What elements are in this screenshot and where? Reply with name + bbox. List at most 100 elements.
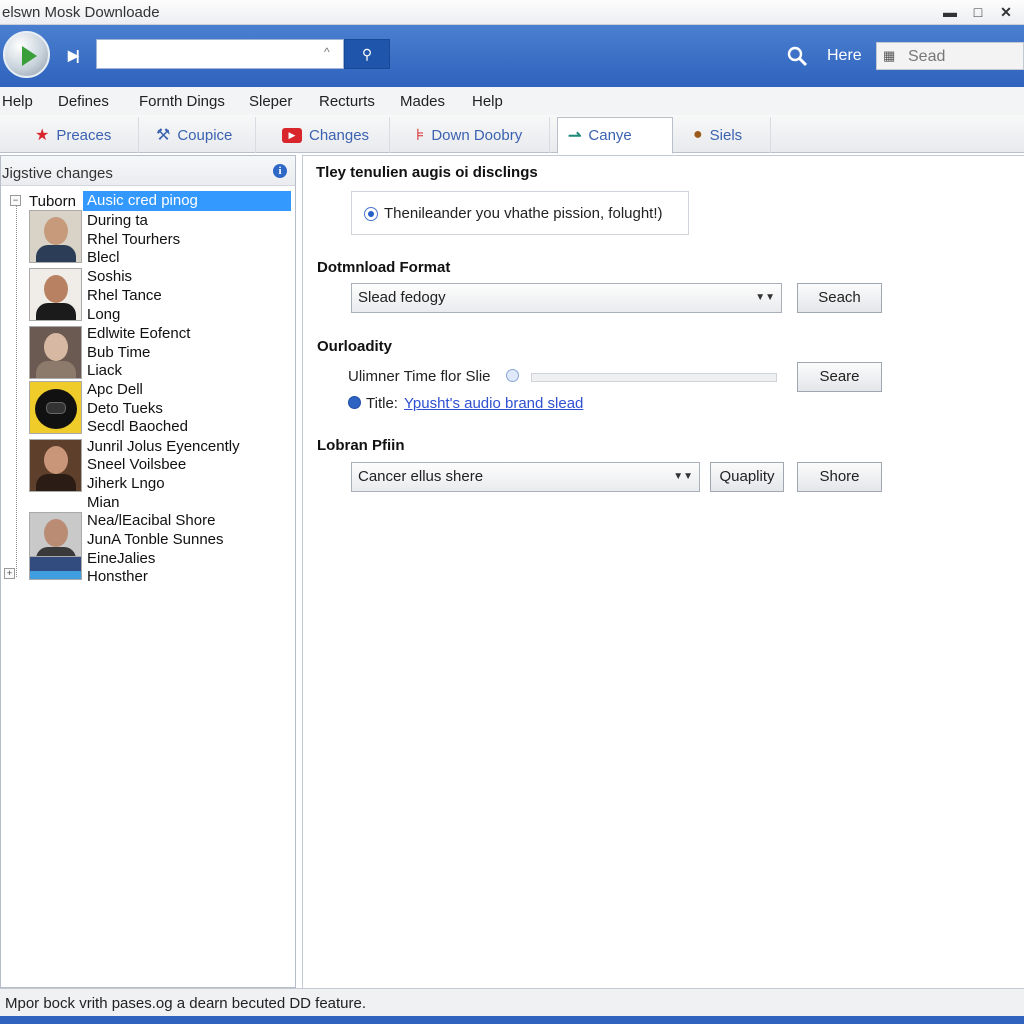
lobran-heading: Lobran Pfiin: [317, 437, 405, 454]
play-button[interactable]: [3, 31, 50, 78]
menu-fornth-dings[interactable]: Fornth Dings: [139, 93, 225, 110]
menu-defines[interactable]: Defines: [58, 93, 109, 110]
note-box: Thenileander you vhathe pission, folught…: [351, 191, 689, 235]
status-text: Mpor bock vrith pases.og a dearn becuted…: [5, 995, 367, 1012]
album-thumbnail[interactable]: [29, 381, 82, 434]
tree-item[interactable]: Apc Dell: [87, 381, 143, 398]
share-button[interactable]: Shore: [797, 462, 882, 492]
tree-item[interactable]: Bub Time: [87, 344, 150, 361]
menu-help[interactable]: Help: [2, 93, 33, 110]
menu-bar: Help Defines Fornth Dings Sleper Recturt…: [0, 87, 1024, 115]
tab-coupice[interactable]: ⚒ Coupice: [146, 117, 256, 153]
menu-help-2[interactable]: Help: [472, 93, 503, 110]
intro-heading: Tley tenulien augis oi disclings: [316, 164, 538, 181]
video-icon: ▶: [282, 127, 302, 143]
tab-down-doobry[interactable]: ⊧ Down Doobry: [406, 117, 550, 153]
tree-item[interactable]: Junril Jolus Eyencently: [87, 438, 240, 455]
format-select[interactable]: Slead fedogy ▼▼: [351, 283, 782, 313]
play-arrow-icon: ⇀: [568, 127, 582, 145]
title-label: Title:: [366, 395, 398, 412]
tree-item[interactable]: Long: [87, 306, 120, 323]
minimize-button[interactable]: ▬: [938, 1, 962, 23]
tree-item[interactable]: Rhel Tourhers: [87, 231, 180, 248]
magnifier-icon: ⚲: [361, 46, 373, 62]
avatar-thumbnail[interactable]: [29, 326, 82, 379]
shirt-shape: [36, 245, 76, 262]
tree-item[interactable]: Mian: [87, 494, 120, 511]
tab-strip: ★ Preaces ⚒ Coupice ▶ Changes ⊧ Down Doo…: [0, 115, 1024, 154]
shirt-shape: [36, 474, 76, 491]
note-text: Thenileander you vhathe pission, folught…: [384, 205, 663, 222]
tree-item[interactable]: Rhel Tance: [87, 287, 162, 304]
toolbar-search-placeholder: Sead: [908, 48, 946, 65]
tab-label: Down Doobry: [431, 126, 523, 144]
tree-item[interactable]: Deto Tueks: [87, 400, 163, 417]
tree-selected-item[interactable]: Ausic cred pinog: [83, 191, 291, 211]
next-track-icon[interactable]: ▶|: [68, 47, 80, 64]
url-input[interactable]: [96, 39, 344, 69]
tree-item[interactable]: JunA Tonble Sunnes: [87, 531, 224, 548]
tree-item[interactable]: Blecl: [87, 249, 120, 266]
face-shape: [44, 333, 68, 361]
tab-label: Preaces: [56, 126, 112, 144]
media-strip: [30, 571, 81, 579]
quality-slider[interactable]: [531, 373, 777, 382]
dropdown-arrow-icon: ▼▼: [755, 292, 775, 303]
quality-button[interactable]: Quaplity: [710, 462, 784, 492]
tab-preaces[interactable]: ★ Preaces: [25, 117, 139, 153]
record-label-shape: [46, 402, 66, 414]
menu-sleper[interactable]: Sleper: [249, 93, 292, 110]
tree-item[interactable]: Sneel Voilsbee: [87, 456, 186, 473]
tree-item[interactable]: Honsther: [87, 568, 148, 585]
info-icon[interactable]: i: [273, 164, 287, 178]
quality-heading: Ourloadity: [317, 338, 393, 355]
format-search-button[interactable]: Seach: [797, 283, 882, 313]
tree-collapse-icon[interactable]: −: [10, 195, 21, 206]
tree-item[interactable]: EineJalies: [87, 550, 155, 567]
shirt-shape: [36, 303, 76, 320]
grid-icon: ▦: [883, 48, 896, 63]
tree-item[interactable]: Edlwite Eofenct: [87, 325, 190, 342]
here-label[interactable]: Here: [827, 47, 862, 65]
title-checkbox[interactable]: [348, 396, 361, 409]
tree-item[interactable]: Liack: [87, 362, 122, 379]
avatar-thumbnail[interactable]: [29, 268, 82, 321]
menu-recturts[interactable]: Recturts: [319, 93, 375, 110]
ruler-icon: ⊧: [416, 127, 425, 144]
media-thumbnail[interactable]: [29, 556, 82, 580]
maximize-button[interactable]: □: [966, 1, 990, 23]
left-panel-header: Jigstive changes i: [1, 156, 295, 186]
tree-item[interactable]: Jiherk Lngo: [87, 475, 165, 492]
tree-root-label[interactable]: Tuborn: [29, 193, 76, 210]
tree-item[interactable]: Nea/lEacibal Shore: [87, 512, 215, 529]
face-shape: [44, 519, 68, 547]
tree-item[interactable]: During ta: [87, 212, 148, 229]
avatar-thumbnail[interactable]: [29, 439, 82, 492]
tab-label: Coupice: [177, 126, 233, 144]
toolbox-icon: ⚒: [156, 127, 171, 144]
tree-connector: [16, 202, 17, 577]
tab-siels[interactable]: ● Siels: [683, 117, 771, 153]
tree-item[interactable]: Secdl Baoched: [87, 418, 188, 435]
download-format-heading: Dotmnload Format: [317, 259, 451, 276]
note-radio[interactable]: [364, 207, 378, 221]
tab-label: Changes: [309, 126, 370, 144]
quality-search-button[interactable]: Seare: [797, 362, 882, 392]
search-icon[interactable]: [786, 45, 808, 67]
avatar-thumbnail[interactable]: [29, 210, 82, 263]
toolbar-search-field[interactable]: ▦ Sead: [876, 42, 1024, 70]
settings-panel: Tley tenulien augis oi disclings Thenile…: [302, 155, 1024, 988]
quality-label: Ulimner Time flor Slie: [348, 368, 491, 385]
menu-mades[interactable]: Mades: [400, 93, 445, 110]
close-button[interactable]: ✕: [994, 1, 1018, 23]
tree-item[interactable]: Soshis: [87, 268, 132, 285]
left-panel-title: Jigstive changes: [2, 165, 113, 182]
help-icon[interactable]: [506, 369, 519, 382]
tab-canye[interactable]: ⇀ Canye: [557, 117, 673, 154]
lobran-select[interactable]: Cancer ellus shere ▼▼: [351, 462, 700, 492]
face-shape: [44, 275, 68, 303]
tree-expand-icon[interactable]: +: [4, 568, 15, 579]
go-search-button[interactable]: ⚲: [344, 39, 390, 69]
title-link[interactable]: Ypusht's audio brand slead: [404, 395, 583, 412]
tab-changes[interactable]: ▶ Changes: [272, 117, 390, 153]
